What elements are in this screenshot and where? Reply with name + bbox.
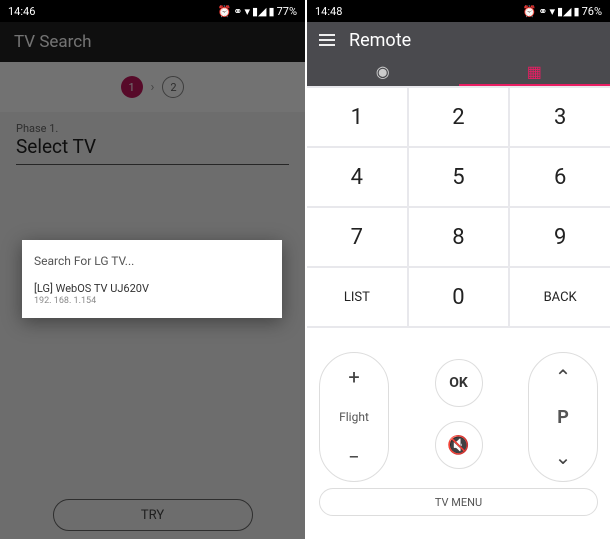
app-bar: Remote ◉ ▦	[307, 22, 610, 86]
dialog-title: Search For LG TV...	[34, 254, 270, 268]
signal-icon: ▮◢	[252, 5, 267, 18]
key-5[interactable]: 5	[409, 148, 509, 206]
key-1[interactable]: 1	[307, 88, 407, 146]
app-title: Remote	[349, 30, 411, 51]
battery-icon: ▮	[574, 5, 580, 18]
menu-icon[interactable]	[319, 34, 335, 46]
key-3[interactable]: 3	[510, 88, 610, 146]
key-4[interactable]: 4	[307, 148, 407, 206]
status-bar: 14:46 ⏰ ⚭ ▾ ▮◢ ▮ 77%	[0, 0, 305, 22]
phase-label: Phase 1.	[16, 122, 289, 135]
try-label: TRY	[141, 508, 164, 523]
phase-title: Select TV	[16, 135, 289, 165]
key-0[interactable]: 0	[409, 268, 509, 326]
step-2[interactable]: 2	[162, 76, 184, 98]
controls-row: + Flight − OK 🔇 ⌃ P ⌄	[307, 328, 610, 488]
status-time: 14:48	[315, 5, 342, 18]
status-time: 14:46	[8, 5, 35, 18]
alarm-icon: ⏰	[523, 5, 537, 18]
alarm-icon: ⏰	[218, 5, 232, 18]
battery-icon: ▮	[269, 5, 275, 18]
tv-result-item[interactable]: [LG] WebOS TV UJ620V 192. 168. 1.154	[34, 282, 270, 308]
dial-icon: ◉	[376, 62, 390, 81]
key-back[interactable]: BACK	[510, 268, 610, 326]
grid-icon: ▦	[527, 62, 542, 81]
signal-icon: ▮◢	[557, 5, 572, 18]
mute-button[interactable]: 🔇	[435, 421, 483, 469]
channel-rocker: ⌃ P ⌄	[528, 352, 598, 482]
ok-button[interactable]: OK	[435, 359, 483, 407]
wifi-icon: ▾	[244, 5, 250, 18]
stepper: 1 › 2	[0, 62, 305, 112]
app-title: TV Search	[14, 32, 92, 52]
volume-down-button[interactable]: −	[348, 445, 359, 469]
tab-row: ◉ ▦	[307, 58, 610, 86]
screen-remote: 14:48 ⏰ ⚭ ▾ ▮◢ ▮ 76% Remote ◉ ▦ 1 2 3 4 …	[305, 0, 610, 539]
search-dialog: Search For LG TV... [LG] WebOS TV UJ620V…	[22, 240, 282, 318]
battery-pct: 76%	[582, 5, 602, 18]
link-icon: ⚭	[233, 5, 242, 18]
key-8[interactable]: 8	[409, 208, 509, 266]
channel-up-button[interactable]: ⌃	[555, 365, 572, 389]
tv-menu-button[interactable]: TV MENU	[319, 488, 598, 516]
key-6[interactable]: 6	[510, 148, 610, 206]
channel-label: P	[557, 407, 569, 428]
status-bar: 14:48 ⏰ ⚭ ▾ ▮◢ ▮ 76%	[307, 0, 610, 22]
screen-tv-search: 14:46 ⏰ ⚭ ▾ ▮◢ ▮ 77% TV Search 1 › 2 Pha…	[0, 0, 305, 539]
tv-menu-label: TV MENU	[435, 496, 482, 509]
volume-up-button[interactable]: +	[348, 365, 359, 389]
app-bar: TV Search	[0, 22, 305, 62]
link-icon: ⚭	[538, 5, 547, 18]
tv-ip: 192. 168. 1.154	[34, 296, 270, 308]
key-2[interactable]: 2	[409, 88, 509, 146]
center-controls: OK 🔇	[435, 352, 483, 476]
key-list[interactable]: LIST	[307, 268, 407, 326]
tab-grid[interactable]: ▦	[459, 58, 610, 86]
try-button[interactable]: TRY	[53, 499, 253, 531]
step-1[interactable]: 1	[121, 76, 143, 98]
wifi-icon: ▾	[549, 5, 555, 18]
mute-icon: 🔇	[447, 435, 469, 456]
phase-block: Phase 1. Select TV	[0, 112, 305, 165]
chevron-right-icon: ›	[151, 80, 155, 95]
key-7[interactable]: 7	[307, 208, 407, 266]
volume-label: Flight	[339, 410, 369, 424]
key-9[interactable]: 9	[510, 208, 610, 266]
status-icons: ⏰ ⚭ ▾ ▮◢ ▮ 76%	[523, 5, 602, 18]
status-icons: ⏰ ⚭ ▾ ▮◢ ▮ 77%	[218, 5, 297, 18]
keypad: 1 2 3 4 5 6 7 8 9 LIST 0 BACK	[307, 86, 610, 328]
channel-down-button[interactable]: ⌄	[555, 445, 572, 469]
tv-name: [LG] WebOS TV UJ620V	[34, 282, 270, 296]
tab-dial[interactable]: ◉	[307, 58, 459, 86]
volume-rocker: + Flight −	[319, 352, 389, 482]
battery-pct: 77%	[277, 5, 297, 18]
